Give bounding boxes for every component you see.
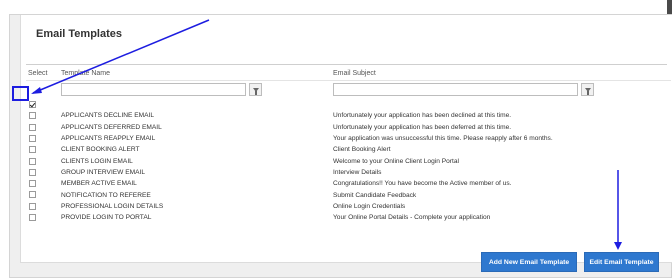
template-name-cell: APPLICANTS DECLINE EMAIL — [61, 112, 155, 120]
email-subject-cell: Your Online Portal Details - Complete yo… — [331, 211, 671, 224]
column-header-template-name[interactable]: Template Name — [59, 67, 331, 81]
table-row[interactable]: MEMBER ACTIVE EMAIL Congratulations!! You… — [26, 178, 671, 189]
row-checkbox[interactable] — [29, 213, 36, 221]
row-checkbox[interactable] — [29, 123, 36, 131]
table-row[interactable]: NOTIFICATION TO REFEREE Submit Candidate … — [26, 189, 671, 201]
email-subject-filter-input[interactable] — [333, 83, 578, 97]
table-row[interactable]: APPLICANTS ACCEPTED EMAIL Congratulations… — [26, 99, 671, 111]
email-subject-cell: Congratulations!! You have become the Ac… — [333, 180, 512, 188]
email-subject-cell: Submit Candidate Feedback — [331, 189, 671, 201]
edit-email-template-button[interactable]: Edit Email Template — [584, 252, 659, 272]
column-header-email-subject[interactable]: Email Subject — [331, 67, 671, 81]
template-name-cell: APPLICANTS DEFERRED EMAIL — [59, 121, 331, 133]
table-row[interactable]: APPLICANTS REAPPLY EMAIL Your application… — [26, 133, 671, 144]
table-row[interactable]: PROVIDE LOGIN TO PORTAL Your Online Porta… — [26, 211, 671, 224]
email-subject-cell: Unfortunately your application has been … — [331, 121, 671, 133]
template-name-cell: CLIENT BOOKING ALERT — [59, 144, 331, 156]
table-row[interactable]: PROFESSIONAL LOGIN DETAILS Online Login C… — [26, 201, 671, 212]
row-checkbox[interactable] — [29, 112, 36, 120]
table-row[interactable]: CLIENT BOOKING ALERT Client Booking Alert — [26, 144, 671, 156]
add-new-email-template-button[interactable]: Add New Email Template — [481, 252, 577, 272]
email-subject-cell: Congratulations!! You application has be… — [331, 99, 671, 111]
template-name-cell: APPLICANTS ACCEPTED EMAIL — [59, 99, 331, 111]
email-subject-cell: Interview Details — [331, 166, 671, 179]
filter-icon — [584, 87, 591, 95]
template-name-cell: PROFESSIONAL LOGIN DETAILS — [61, 202, 164, 210]
table-header-row: Select Template Name Email Subject — [26, 67, 671, 81]
email-subject-cell: Online Login Credentials — [333, 202, 406, 210]
title-divider — [26, 64, 667, 65]
row-checkbox[interactable] — [29, 191, 36, 199]
filter-row — [26, 80, 671, 99]
row-checkbox[interactable] — [29, 202, 36, 210]
template-name-cell: NOTIFICATION TO REFEREE — [59, 189, 331, 201]
template-name-cell: CLIENTS LOGIN EMAIL — [61, 157, 133, 165]
row-checkbox[interactable] — [29, 146, 36, 154]
filter-icon — [252, 87, 259, 95]
page-title: Email Templates — [36, 28, 122, 40]
template-name-cell: APPLICANTS REAPPLY EMAIL — [61, 135, 156, 143]
email-subject-cell: Unfortunately your application has been … — [333, 112, 512, 120]
table-row[interactable]: CLIENTS LOGIN EMAIL Welcome to your Onlin… — [26, 155, 671, 166]
row-checkbox[interactable] — [29, 180, 36, 188]
email-templates-table: Select Template Name Email Subject APPLI… — [26, 67, 671, 224]
template-name-cell: PROVIDE LOGIN TO PORTAL — [59, 211, 331, 224]
email-subject-cell: Welcome to your Online Client Login Port… — [333, 157, 459, 165]
email-subject-cell: Your application was unsuccessful this t… — [333, 135, 553, 143]
row-checkbox[interactable] — [29, 101, 36, 109]
row-checkbox[interactable] — [29, 157, 36, 165]
template-name-cell: GROUP INTERVIEW EMAIL — [59, 166, 331, 179]
table-row[interactable]: APPLICANTS DEFERRED EMAIL Unfortunately y… — [26, 121, 671, 133]
table-row[interactable]: APPLICANTS DECLINE EMAIL Unfortunately yo… — [26, 110, 671, 121]
top-bar — [0, 0, 672, 14]
template-name-filter-input[interactable] — [61, 83, 246, 97]
row-checkbox[interactable] — [29, 168, 36, 176]
content-frame: Email Templates Select Template Name Ema… — [9, 14, 672, 278]
row-checkbox[interactable] — [29, 134, 36, 142]
template-name-filter-button[interactable] — [249, 83, 262, 97]
email-templates-panel: Email Templates Select Template Name Ema… — [20, 15, 672, 263]
column-header-select: Select — [26, 67, 59, 81]
email-subject-filter-button[interactable] — [581, 83, 594, 97]
email-subject-cell: Client Booking Alert — [331, 144, 671, 156]
annotation-highlight-box — [12, 86, 29, 101]
template-name-cell: MEMBER ACTIVE EMAIL — [61, 180, 137, 188]
table-row[interactable]: GROUP INTERVIEW EMAIL Interview Details — [26, 166, 671, 179]
